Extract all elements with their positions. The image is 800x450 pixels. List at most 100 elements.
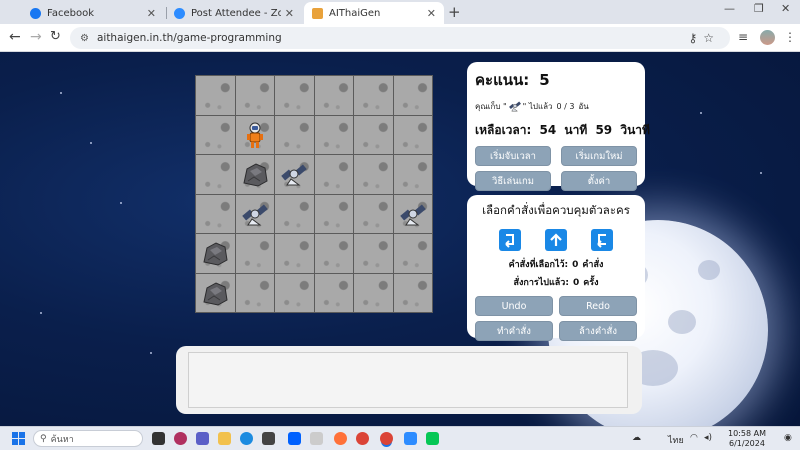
taskbar-search[interactable]: ⚲ ค้นหา	[33, 430, 143, 447]
satellite-icon	[508, 101, 521, 112]
board-tile-satellite	[393, 194, 432, 233]
satellite-icon	[399, 203, 427, 226]
board-tile-satellite	[275, 155, 314, 194]
command-sequence-area[interactable]	[188, 352, 628, 408]
tab-title: Post Attendee - Zoom	[191, 7, 281, 19]
collect-suffix: " ไปแล้ว	[522, 101, 553, 111]
board-tile-empty	[393, 115, 432, 154]
minimize-icon[interactable]: —	[724, 2, 735, 15]
board-tile-empty	[314, 273, 353, 312]
turn-left-button[interactable]	[591, 229, 613, 251]
profile-avatar[interactable]	[760, 30, 775, 45]
satellite-icon	[280, 164, 308, 186]
site-info-icon[interactable]: ⚙	[80, 33, 89, 44]
media-control-icon[interactable]: ≡	[738, 30, 748, 44]
clear-commands-button[interactable]: ล้างคำสั่ง	[559, 321, 637, 341]
settings-button[interactable]: ตั้งค่า	[561, 171, 637, 191]
astronaut-icon	[246, 122, 264, 149]
back-icon[interactable]: ←	[9, 29, 21, 45]
board-tile-satellite	[235, 194, 274, 233]
tab-aithaigen[interactable]: AIThaiGen ✕	[304, 2, 444, 24]
collect-unit: อัน	[578, 101, 589, 111]
rock-icon	[243, 163, 268, 187]
maximize-icon[interactable]: ❐	[754, 2, 764, 15]
run-commands-button[interactable]: ทำคำสั่ง	[475, 321, 553, 341]
address-bar[interactable]: ⚙ aithaigen.in.th/game-programming ⚷☆	[70, 27, 730, 49]
clock-date: 6/1/2024	[729, 439, 765, 448]
close-icon[interactable]: ✕	[147, 7, 156, 20]
new-tab-icon[interactable]: +	[448, 3, 461, 21]
notification-icon[interactable]: ◉	[784, 433, 792, 443]
tab-strip: Facebook ✕ Post Attendee - Zoom ✕ AIThai…	[0, 0, 800, 24]
board-tile-empty	[275, 115, 314, 154]
tab-facebook[interactable]: Facebook ✕	[22, 2, 164, 24]
new-game-button[interactable]: เริ่มเกมใหม่	[561, 146, 637, 166]
turn-right-icon	[505, 234, 514, 248]
url-text: aithaigen.in.th/game-programming	[96, 32, 282, 44]
executed-label: สั่งการไปแล้ว:	[513, 278, 569, 288]
file-explorer-icon[interactable]	[218, 432, 231, 445]
task-view-icon[interactable]	[152, 432, 165, 445]
tab-title: AIThaiGen	[329, 7, 381, 19]
turn-right-button[interactable]	[499, 229, 521, 251]
chrome-active-icon[interactable]	[380, 432, 393, 445]
board-tile-empty	[354, 155, 393, 194]
board-tile-empty	[196, 194, 235, 233]
facebook-icon	[30, 7, 41, 19]
forward-icon[interactable]: →	[30, 29, 42, 45]
board-tile-empty	[393, 76, 432, 115]
time-label: เหลือเวลา:	[475, 123, 532, 137]
game-page: คะแนน: 5 คุณเก็บ " " ไปแล้ว 0 / 3 อัน เหล…	[0, 52, 800, 426]
turn-left-icon	[597, 232, 606, 248]
arrow-up-icon	[550, 233, 562, 246]
volume-icon[interactable]: ◂)	[704, 433, 712, 443]
selected-label: คำสั่งที่เลือกไว้:	[508, 260, 569, 270]
line-icon[interactable]	[426, 432, 439, 445]
teams-icon[interactable]	[196, 432, 209, 445]
satellite-icon	[241, 203, 269, 226]
tray-icon[interactable]: ☁	[632, 433, 641, 443]
time-seconds: 59	[595, 123, 613, 137]
input-language[interactable]: ไทย	[668, 433, 684, 447]
redo-button[interactable]: Redo	[559, 296, 637, 316]
amazon-icon[interactable]	[310, 432, 323, 445]
zoom-app-icon[interactable]	[404, 432, 417, 445]
start-menu-icon[interactable]	[12, 432, 25, 445]
undo-button[interactable]: Undo	[475, 296, 553, 316]
password-key-icon[interactable]: ⚷	[688, 31, 703, 45]
bookmark-star-icon[interactable]: ☆	[703, 31, 720, 45]
dropbox-icon[interactable]	[288, 432, 301, 445]
collect-prefix: คุณเก็บ "	[475, 101, 507, 111]
search-placeholder: ค้นหา	[50, 434, 74, 445]
firefox-icon[interactable]	[334, 432, 347, 445]
close-icon[interactable]: ✕	[427, 7, 436, 20]
tab-zoom[interactable]: Post Attendee - Zoom ✕	[166, 2, 302, 24]
menu-dots-icon[interactable]: ⋮	[784, 30, 796, 44]
chrome-icon[interactable]	[356, 432, 369, 445]
board-tile-astronaut	[235, 115, 274, 154]
profile-app-icon[interactable]	[174, 432, 187, 445]
windows-taskbar: ⚲ ค้นหา ☁ ไทย ◠ ◂) 10:58 AM 6/1/2024 ◉	[0, 426, 800, 450]
close-icon[interactable]: ✕	[285, 7, 294, 20]
wifi-icon[interactable]: ◠	[690, 433, 698, 443]
board-tile-empty	[393, 234, 432, 273]
time-seconds-unit: วินาที	[620, 123, 650, 137]
search-icon: ⚲	[40, 433, 47, 444]
board-tile-empty	[354, 76, 393, 115]
reload-icon[interactable]: ↻	[50, 29, 61, 45]
how-to-play-button[interactable]: วิธีเล่นเกม	[475, 171, 551, 191]
close-window-icon[interactable]: ✕	[781, 2, 790, 15]
board-tile-rock	[196, 273, 235, 312]
edge-icon[interactable]	[240, 432, 253, 445]
executed-unit: ครั้ง	[583, 278, 599, 288]
command-title: เลือกคำสั่งเพื่อควบคุมตัวละคร	[482, 203, 630, 217]
command-sequence-panel	[176, 346, 642, 414]
move-forward-button[interactable]	[545, 229, 567, 251]
board-tile-empty	[314, 194, 353, 233]
time-minutes: 54	[539, 123, 557, 137]
store-icon[interactable]	[262, 432, 275, 445]
browser-toolbar: ← → ↻ ⚙ aithaigen.in.th/game-programming…	[0, 24, 800, 52]
taskbar-clock[interactable]: 10:58 AM 6/1/2024	[728, 429, 766, 449]
executed-commands: สั่งการไปแล้ว: 0 ครั้ง	[475, 275, 637, 289]
start-timer-button[interactable]: เริ่มจับเวลา	[475, 146, 551, 166]
